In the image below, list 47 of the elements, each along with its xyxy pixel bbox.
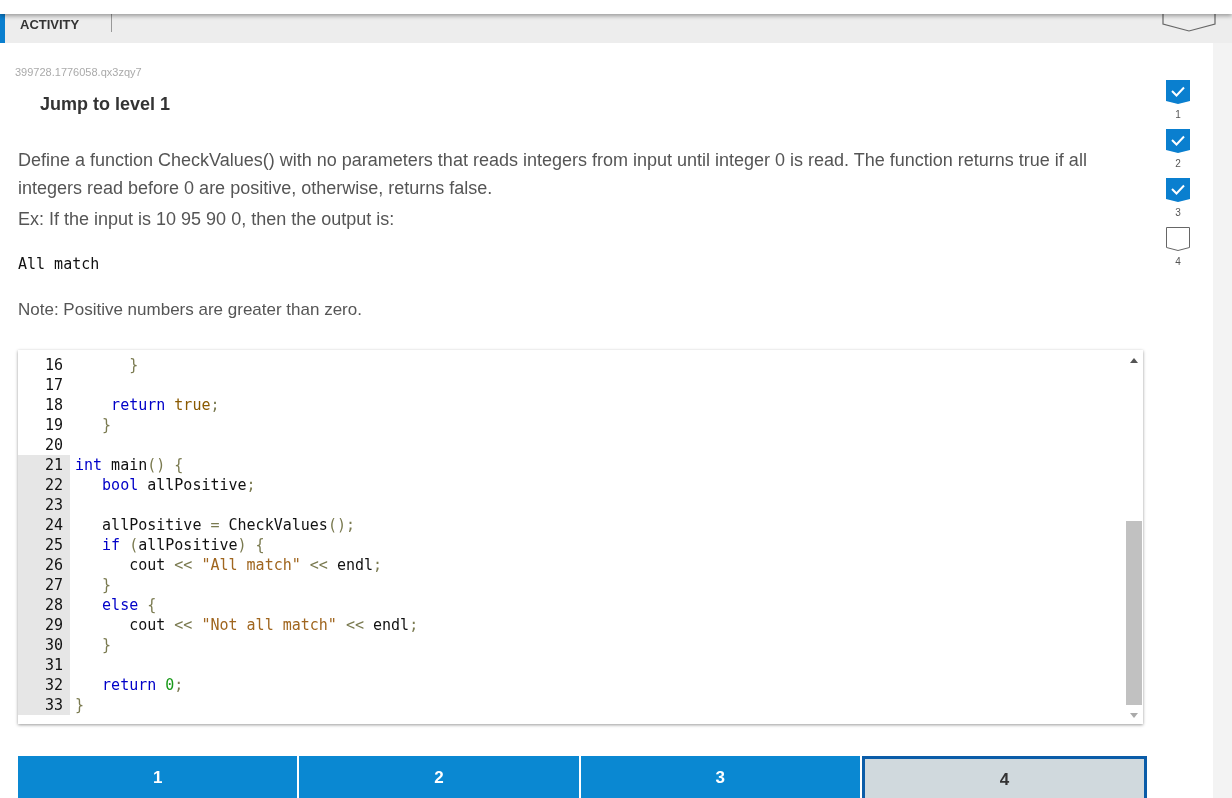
line-number: 22	[18, 475, 70, 495]
badge-outline-icon	[1162, 12, 1216, 32]
scroll-down-icon[interactable]	[1130, 713, 1138, 718]
scroll-up-icon[interactable]	[1130, 358, 1138, 363]
level-tab[interactable]: 1	[18, 756, 298, 798]
code-line: else {	[101, 595, 157, 615]
code-line: cout << "Not all match" << endl;	[128, 615, 419, 635]
line-number: 21	[18, 455, 70, 475]
code-line: bool allPositive;	[101, 475, 256, 495]
instruction-text: Define a function CheckValues() with no parameters that reads integers from input until integer 0 is read. The function returns true if all integers read before 0 are positive, otherwise, returns false.	[18, 149, 1088, 200]
code-line: if (allPositive) {	[101, 535, 265, 555]
code-line: return true;	[110, 395, 220, 415]
sample-output: All match	[18, 255, 101, 273]
level-tab[interactable]: 3	[580, 756, 860, 798]
jump-title: Jump to level 1	[40, 94, 172, 115]
scrollbar-thumb[interactable]	[1126, 521, 1142, 705]
level-tab[interactable]: 4	[861, 756, 1147, 798]
code-line: }	[101, 415, 112, 435]
level-tab[interactable]: 2	[299, 756, 579, 798]
line-number: 32	[18, 675, 70, 695]
line-number: 23	[18, 495, 70, 515]
code-line: int main() {	[74, 455, 184, 475]
level-number: 2	[1175, 158, 1181, 169]
code-line: }	[101, 575, 112, 595]
code-line: }	[74, 695, 85, 715]
level-number: 3	[1175, 207, 1181, 218]
note-text: Note: Positive numbers are greater than zero.	[18, 300, 363, 320]
activity-label: ACTIVITY	[20, 17, 80, 32]
code-line: }	[101, 635, 112, 655]
line-number: 33	[18, 695, 70, 715]
code-line: }	[128, 355, 139, 375]
line-number: 30	[18, 635, 70, 655]
accent-strip	[0, 14, 5, 43]
code-line: return 0;	[101, 675, 184, 695]
line-number: 24	[18, 515, 70, 535]
line-number: 26	[18, 555, 70, 575]
code-line: allPositive = CheckValues();	[101, 515, 355, 535]
code-line: cout << "All match" << endl;	[128, 555, 383, 575]
line-number: 27	[18, 575, 70, 595]
level-number: 1	[1175, 109, 1181, 120]
line-number: 31	[18, 655, 70, 675]
line-number: 28	[18, 595, 70, 615]
line-number: 25	[18, 535, 70, 555]
challenge-id: 399728.1776058.qx3zqy7	[15, 66, 143, 78]
line-number: 29	[18, 615, 70, 635]
level-number: 4	[1175, 256, 1181, 267]
instruction-text: Ex: If the input is 10 95 90 0, then the output is:	[18, 208, 396, 231]
